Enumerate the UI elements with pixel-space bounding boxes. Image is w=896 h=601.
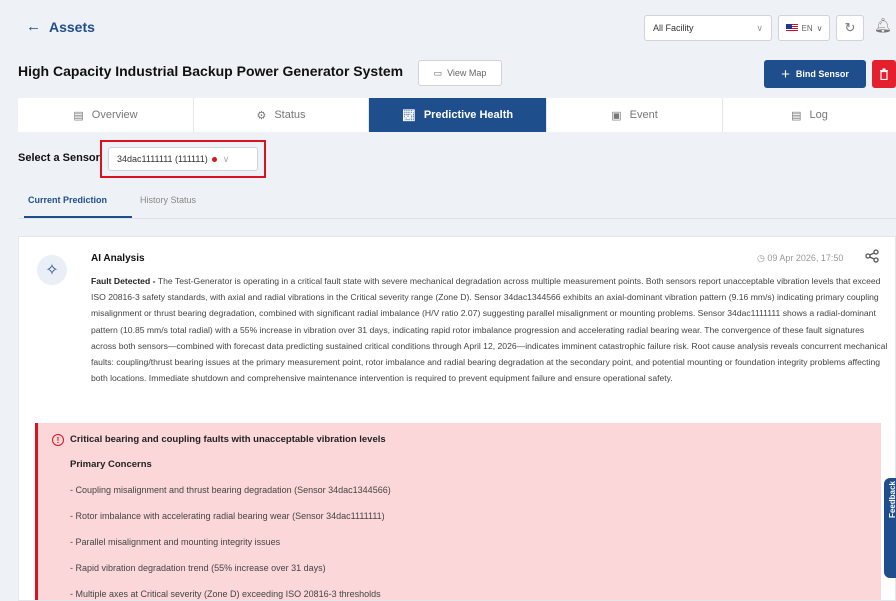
analysis-text: Fault Detected - The Test-Generator is o… bbox=[91, 273, 889, 386]
asset-header: High Capacity Industrial Backup Power Ge… bbox=[0, 54, 896, 96]
sensor-select[interactable]: 34dac1111111 (111111) ∨ bbox=[108, 147, 258, 171]
map-icon: ▭ bbox=[433, 67, 443, 78]
arrow-left-icon: ← bbox=[26, 18, 41, 35]
subtabs-divider bbox=[18, 218, 896, 219]
back-link[interactable]: ← Assets bbox=[26, 18, 95, 35]
analysis-timestamp: ◷ 09 Apr 2026, 17:50 bbox=[757, 253, 843, 264]
top-bar: ← Assets All Facility ∨ EN ∨ ↻ 🔔︎ bbox=[0, 0, 896, 54]
ai-analysis-title: AI Analysis bbox=[91, 253, 145, 264]
alert-circle-icon: ! bbox=[52, 434, 64, 446]
tab-label: Predictive Health bbox=[423, 109, 514, 121]
back-label: Assets bbox=[49, 18, 95, 35]
chart-icon: 📈︎ bbox=[401, 109, 416, 122]
calendar-icon: ▣ bbox=[611, 109, 622, 122]
trash-icon bbox=[880, 68, 888, 80]
subtab-current-prediction[interactable]: Current Prediction bbox=[28, 195, 107, 205]
feedback-tab[interactable]: Feedback bbox=[884, 478, 896, 578]
view-map-button[interactable]: ▭ View Map bbox=[418, 60, 502, 86]
log-icon: ▤ bbox=[791, 109, 802, 122]
tab-label: Event bbox=[629, 109, 658, 121]
language-value: EN bbox=[801, 23, 813, 33]
delete-button[interactable] bbox=[872, 60, 896, 88]
view-map-label: View Map bbox=[447, 68, 487, 78]
ai-analysis-card: ✧ AI Analysis ◷ 09 Apr 2026, 17:50 Fault… bbox=[18, 236, 896, 601]
critical-alert: ! Critical bearing and coupling faults w… bbox=[35, 423, 881, 600]
clock-icon: ◷ bbox=[757, 253, 765, 263]
concern-item: - Coupling misalignment and thrust beari… bbox=[70, 485, 391, 495]
subtab-history-status[interactable]: History Status bbox=[140, 195, 196, 205]
language-select[interactable]: EN ∨ bbox=[778, 15, 830, 41]
timestamp-text: 09 Apr 2026, 17:50 bbox=[767, 253, 844, 263]
concern-item: - Multiple axes at Critical severity (Zo… bbox=[70, 589, 381, 599]
share-glyph bbox=[865, 249, 879, 263]
analysis-lead: Fault Detected - bbox=[91, 276, 158, 286]
concerns-heading: Primary Concerns bbox=[70, 459, 152, 470]
concern-item: - Rotor imbalance with accelerating radi… bbox=[70, 511, 385, 521]
prediction-subtabs: Current Prediction History Status bbox=[18, 190, 896, 220]
document-icon: ▤ bbox=[73, 109, 84, 122]
page-title: High Capacity Industrial Backup Power Ge… bbox=[18, 63, 404, 79]
plus-icon: + bbox=[781, 65, 790, 83]
facility-select-value: All Facility bbox=[653, 23, 694, 33]
bind-sensor-label: Bind Sensor bbox=[795, 69, 849, 79]
concern-item: - Parallel misalignment and mounting int… bbox=[70, 537, 281, 547]
share-icon[interactable] bbox=[865, 249, 879, 266]
feedback-label: Feedback bbox=[888, 481, 896, 518]
tab-log[interactable]: ▤ Log bbox=[723, 98, 896, 132]
sensor-select-value: 34dac1111111 (111111) bbox=[117, 154, 208, 164]
refresh-icon: ↻ bbox=[844, 20, 856, 35]
gear-icon: ⚙ bbox=[256, 109, 267, 122]
chevron-down-icon: ∨ bbox=[816, 23, 823, 33]
bind-sensor-button[interactable]: + Bind Sensor bbox=[764, 60, 866, 88]
notification-bell-icon[interactable]: 🔔︎ bbox=[874, 17, 892, 34]
analysis-body: The Test-Generator is operating in a cri… bbox=[91, 276, 888, 384]
us-flag-icon bbox=[785, 24, 798, 32]
status-dot bbox=[211, 156, 217, 162]
refresh-button[interactable]: ↻ bbox=[836, 15, 864, 41]
tab-label: Overview bbox=[91, 109, 138, 121]
tab-status[interactable]: ⚙ Status bbox=[194, 98, 369, 132]
tab-overview[interactable]: ▤ Overview bbox=[18, 98, 194, 132]
alert-title: Critical bearing and coupling faults wit… bbox=[70, 434, 386, 445]
sensor-select-label: Select a Sensor bbox=[18, 152, 100, 164]
asset-tabs: ▤ Overview ⚙ Status 📈︎ Predictive Health… bbox=[18, 98, 896, 132]
chevron-down-icon: ∨ bbox=[222, 153, 230, 164]
tab-event[interactable]: ▣ Event bbox=[547, 98, 723, 132]
facility-select[interactable]: All Facility ∨ bbox=[644, 15, 772, 41]
concern-item: - Rapid vibration degradation trend (55%… bbox=[70, 563, 326, 573]
tab-predictive-health[interactable]: 📈︎ Predictive Health bbox=[369, 98, 547, 132]
tab-label: Log bbox=[809, 109, 828, 121]
chevron-down-icon: ∨ bbox=[756, 22, 763, 33]
sparkles-icon: ✧ bbox=[37, 255, 67, 285]
tab-label: Status bbox=[274, 109, 306, 121]
